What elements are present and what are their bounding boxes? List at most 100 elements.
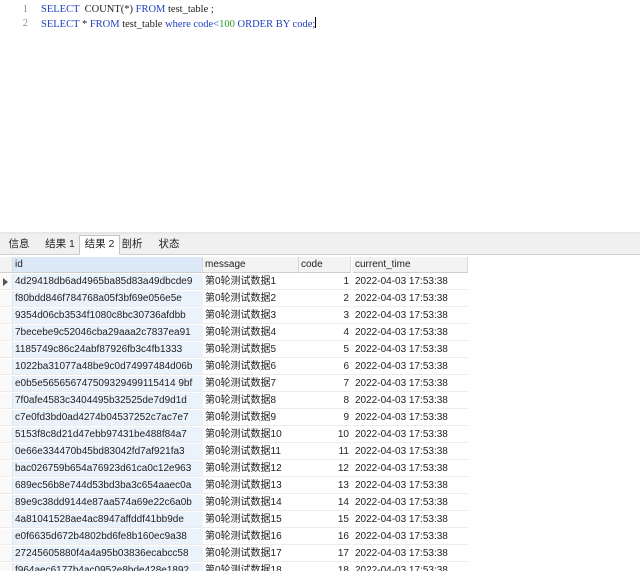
cell-code[interactable]: 15 (299, 512, 351, 528)
cell-id[interactable]: 5153f8c8d21d47ebb97431be488f84a7 (13, 427, 203, 443)
cell-code[interactable]: 14 (299, 495, 351, 511)
cell-code[interactable]: 18 (299, 563, 351, 571)
cell-id[interactable]: e0b5e565656747509329499115414 9bf (13, 376, 203, 392)
tab-profile[interactable]: 剖析 (119, 236, 145, 253)
cell-code[interactable]: 2 (299, 291, 351, 307)
cell-id[interactable]: 4d29418db6ad4965ba85d83a49dbcde9 (13, 274, 203, 290)
cell-message[interactable]: 第0轮测试数据18 (203, 563, 299, 571)
cell-current-time[interactable]: 2022-04-03 17:53:38 (353, 359, 468, 375)
cell-code[interactable]: 5 (299, 342, 351, 358)
cell-current-time[interactable]: 2022-04-03 17:53:38 (353, 291, 468, 307)
cell-code[interactable]: 4 (299, 325, 351, 341)
table-row[interactable]: 89e9c38dd9144e87aa574a69e22c6a0b 第0轮测试数据1… (0, 495, 640, 512)
cell-current-time[interactable]: 2022-04-03 17:53:38 (353, 529, 468, 545)
cell-id[interactable]: 4a81041528ae4ac8947affddf41bb9de (13, 512, 203, 528)
cell-message[interactable]: 第0轮测试数据17 (203, 546, 299, 562)
tab-status[interactable]: 状态 (154, 236, 184, 253)
cell-message[interactable]: 第0轮测试数据1 (203, 274, 299, 290)
cell-current-time[interactable]: 2022-04-03 17:53:38 (353, 427, 468, 443)
table-row[interactable]: 689ec56b8e744d53bd3ba3c654aaec0a 第0轮测试数据1… (0, 478, 640, 495)
table-row[interactable]: 0e66e334470b45bd83042fd7af921fa3 第0轮测试数据1… (0, 444, 640, 461)
cell-message[interactable]: 第0轮测试数据8 (203, 393, 299, 409)
row-indicator[interactable] (0, 393, 13, 409)
row-indicator[interactable] (0, 427, 13, 443)
row-indicator[interactable] (0, 274, 13, 290)
row-indicator[interactable] (0, 529, 13, 545)
row-indicator[interactable] (0, 546, 13, 562)
table-row[interactable]: bac026759b654a76923d61ca0c12e963 第0轮测试数据1… (0, 461, 640, 478)
row-indicator[interactable] (0, 325, 13, 341)
cell-message[interactable]: 第0轮测试数据3 (203, 308, 299, 324)
cell-id[interactable]: 7becebe9c52046cba29aaa2c7837ea91 (13, 325, 203, 341)
table-row[interactable]: c7e0fd3bd0ad4274b04537252c7ac7e7 第0轮测试数据9… (0, 410, 640, 427)
cell-code[interactable]: 8 (299, 393, 351, 409)
row-indicator[interactable] (0, 478, 13, 494)
table-row[interactable]: 4d29418db6ad4965ba85d83a49dbcde9 第0轮测试数据1… (0, 274, 640, 291)
column-header-code[interactable]: code (299, 257, 351, 273)
cell-current-time[interactable]: 2022-04-03 17:53:38 (353, 410, 468, 426)
cell-current-time[interactable]: 2022-04-03 17:53:38 (353, 563, 468, 571)
cell-code[interactable]: 6 (299, 359, 351, 375)
cell-message[interactable]: 第0轮测试数据11 (203, 444, 299, 460)
cell-message[interactable]: 第0轮测试数据2 (203, 291, 299, 307)
cell-id[interactable]: 9354d06cb3534f1080c8bc30736afdbb (13, 308, 203, 324)
cell-code[interactable]: 17 (299, 546, 351, 562)
cell-current-time[interactable]: 2022-04-03 17:53:38 (353, 376, 468, 392)
cell-message[interactable]: 第0轮测试数据5 (203, 342, 299, 358)
cell-code[interactable]: 16 (299, 529, 351, 545)
cell-message[interactable]: 第0轮测试数据7 (203, 376, 299, 392)
table-row[interactable]: 5153f8c8d21d47ebb97431be488f84a7 第0轮测试数据1… (0, 427, 640, 444)
tab-info[interactable]: 信息 (4, 236, 34, 253)
sql-statement[interactable]: SELECT COUNT(*) FROM test_table ; (41, 3, 214, 16)
cell-id[interactable]: 1022ba31077a48be9c0d74997484d06b (13, 359, 203, 375)
cell-current-time[interactable]: 2022-04-03 17:53:38 (353, 478, 468, 494)
cell-id[interactable]: bac026759b654a76923d61ca0c12e963 (13, 461, 203, 477)
column-header-message[interactable]: message (203, 257, 299, 273)
cell-message[interactable]: 第0轮测试数据12 (203, 461, 299, 477)
row-indicator[interactable] (0, 359, 13, 375)
row-indicator[interactable] (0, 291, 13, 307)
cell-current-time[interactable]: 2022-04-03 17:53:38 (353, 308, 468, 324)
sql-statement[interactable]: SELECT * FROM test_table where code<100 … (41, 17, 317, 31)
result-grid[interactable]: id message code current_time 4d29418db6a… (0, 255, 640, 571)
cell-message[interactable]: 第0轮测试数据4 (203, 325, 299, 341)
column-header-id[interactable]: id (13, 257, 203, 273)
row-indicator[interactable] (0, 563, 13, 571)
table-row[interactable]: e0f6635d672b4802bd6fe8b160ec9a38 第0轮测试数据1… (0, 529, 640, 546)
cell-code[interactable]: 9 (299, 410, 351, 426)
cell-current-time[interactable]: 2022-04-03 17:53:38 (353, 444, 468, 460)
cell-id[interactable]: 0e66e334470b45bd83042fd7af921fa3 (13, 444, 203, 460)
cell-message[interactable]: 第0轮测试数据14 (203, 495, 299, 511)
cell-message[interactable]: 第0轮测试数据15 (203, 512, 299, 528)
sql-editor[interactable]: 1 SELECT COUNT(*) FROM test_table ; 2 SELEC… (0, 0, 640, 232)
cell-id[interactable]: f964aec6177b4ac0952e8bde428e1892 (13, 563, 203, 571)
tab-result-1[interactable]: 结果 1 (41, 236, 79, 253)
table-row[interactable]: e0b5e565656747509329499115414 9bf 第0轮测试数据… (0, 376, 640, 393)
table-row[interactable]: 7becebe9c52046cba29aaa2c7837ea91 第0轮测试数据4… (0, 325, 640, 342)
cell-id[interactable]: 7f0afe4583c3404495b32525de7d9d1d (13, 393, 203, 409)
table-row[interactable]: f80bdd846f784768a05f3bf69e056e5e 第0轮测试数据2… (0, 291, 640, 308)
table-row[interactable]: 27245605880f4a4a95b03836ecabcc58 第0轮测试数据1… (0, 546, 640, 563)
cell-current-time[interactable]: 2022-04-03 17:53:38 (353, 461, 468, 477)
table-row[interactable]: 9354d06cb3534f1080c8bc30736afdbb 第0轮测试数据3… (0, 308, 640, 325)
table-row[interactable]: 1022ba31077a48be9c0d74997484d06b 第0轮测试数据6… (0, 359, 640, 376)
table-row[interactable]: f964aec6177b4ac0952e8bde428e1892 第0轮测试数据1… (0, 563, 640, 571)
cell-current-time[interactable]: 2022-04-03 17:53:38 (353, 342, 468, 358)
row-indicator[interactable] (0, 512, 13, 528)
cell-id[interactable]: 1185749c86c24abf87926fb3c4fb1333 (13, 342, 203, 358)
cell-id[interactable]: 689ec56b8e744d53bd3ba3c654aaec0a (13, 478, 203, 494)
cell-id[interactable]: 27245605880f4a4a95b03836ecabcc58 (13, 546, 203, 562)
cell-id[interactable]: f80bdd846f784768a05f3bf69e056e5e (13, 291, 203, 307)
cell-code[interactable]: 1 (299, 274, 351, 290)
cell-current-time[interactable]: 2022-04-03 17:53:38 (353, 546, 468, 562)
cell-code[interactable]: 3 (299, 308, 351, 324)
cell-code[interactable]: 7 (299, 376, 351, 392)
cell-code[interactable]: 13 (299, 478, 351, 494)
column-header-current-time[interactable]: current_time (353, 257, 468, 273)
cell-message[interactable]: 第0轮测试数据13 (203, 478, 299, 494)
cell-current-time[interactable]: 2022-04-03 17:53:38 (353, 274, 468, 290)
cell-message[interactable]: 第0轮测试数据10 (203, 427, 299, 443)
cell-current-time[interactable]: 2022-04-03 17:53:38 (353, 393, 468, 409)
table-row[interactable]: 4a81041528ae4ac8947affddf41bb9de 第0轮测试数据1… (0, 512, 640, 529)
cell-code[interactable]: 10 (299, 427, 351, 443)
